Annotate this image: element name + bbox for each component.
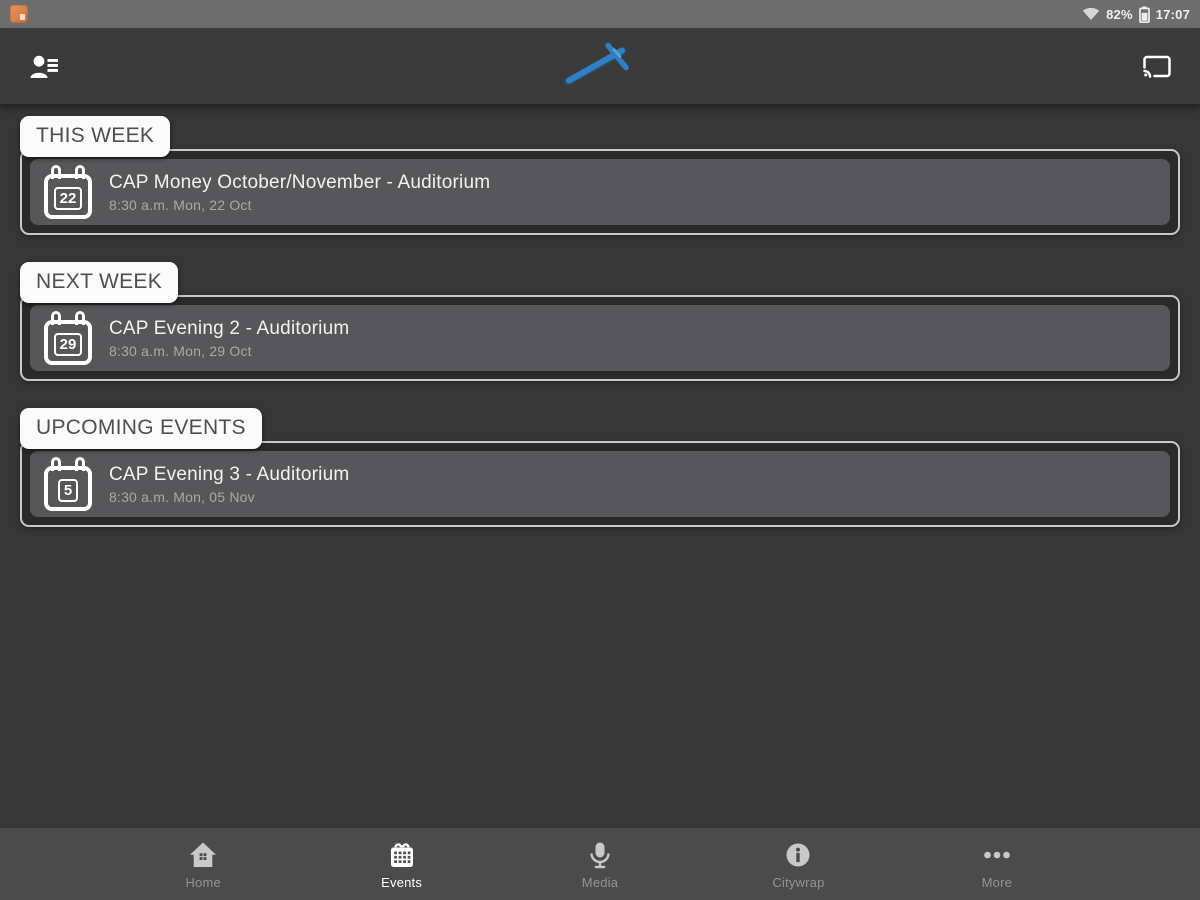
event-datetime: 8:30 a.m. Mon, 22 Oct <box>109 196 252 213</box>
event-card[interactable]: 5 CAP Evening 3 - Auditorium 8:30 a.m. M… <box>30 451 1170 517</box>
event-card[interactable]: 29 CAP Evening 2 - Auditorium 8:30 a.m. … <box>30 305 1170 371</box>
nav-label: Home <box>185 875 221 890</box>
app-logo-icon <box>558 40 642 93</box>
section-this-week: THIS WEEK 22 CAP Money October/November … <box>20 116 1180 235</box>
info-icon <box>783 840 813 870</box>
nav-label: Citywrap <box>772 875 825 890</box>
section-body: 5 CAP Evening 3 - Auditorium 8:30 a.m. M… <box>20 441 1180 527</box>
nav-label: Events <box>381 875 423 890</box>
event-datetime: 8:30 a.m. Mon, 29 Oct <box>109 342 252 359</box>
section-upcoming-events: UPCOMING EVENTS 5 CAP Evening 3 - Audito… <box>20 408 1180 527</box>
event-day: 22 <box>53 186 83 210</box>
calendar-date-icon: 29 <box>44 311 92 365</box>
nav-label: Media <box>581 875 619 890</box>
clock-text: 17:07 <box>1155 6 1190 22</box>
nav-item-citywrap[interactable]: Citywrap <box>699 828 897 900</box>
notification-app-icon <box>10 5 28 23</box>
section-label: NEXT WEEK <box>20 262 179 303</box>
app-screen: 82% 17:07 THIS WEEK 22 CAP Money October… <box>0 0 1200 900</box>
contacts-icon[interactable] <box>28 53 60 80</box>
event-datetime: 8:30 a.m. Mon, 05 Nov <box>109 488 255 505</box>
nav-item-media[interactable]: Media <box>501 828 699 900</box>
section-next-week: NEXT WEEK 29 CAP Evening 2 - Auditorium … <box>20 262 1180 381</box>
event-day: 5 <box>57 478 79 502</box>
bottom-nav: Home Events Media Citywrap More <box>0 828 1200 900</box>
calendar-date-icon: 22 <box>44 165 92 219</box>
event-title: CAP Money October/November - Auditorium <box>109 171 491 193</box>
section-body: 22 CAP Money October/November - Auditori… <box>20 149 1180 235</box>
calendar-date-icon: 5 <box>44 457 92 511</box>
nav-label: More <box>981 875 1013 890</box>
status-bar: 82% 17:07 <box>0 0 1200 28</box>
section-body: 29 CAP Evening 2 - Auditorium 8:30 a.m. … <box>20 295 1180 381</box>
home-icon <box>188 840 218 870</box>
app-header <box>0 28 1200 106</box>
nav-item-more[interactable]: More <box>898 828 1096 900</box>
section-label: THIS WEEK <box>20 116 171 157</box>
nav-item-events[interactable]: Events <box>302 828 500 900</box>
event-title: CAP Evening 2 - Auditorium <box>109 317 350 339</box>
nav-item-home[interactable]: Home <box>104 828 302 900</box>
calendar-icon <box>387 840 417 870</box>
wifi-icon <box>1082 7 1100 21</box>
microphone-icon <box>585 840 615 870</box>
battery-icon <box>1138 6 1150 23</box>
section-label: UPCOMING EVENTS <box>20 408 262 449</box>
more-dots-icon <box>982 840 1012 870</box>
cast-icon[interactable] <box>1142 54 1172 79</box>
battery-percent-text: 82% <box>1106 6 1133 22</box>
events-list: THIS WEEK 22 CAP Money October/November … <box>0 106 1200 828</box>
event-day: 29 <box>53 332 83 356</box>
event-card[interactable]: 22 CAP Money October/November - Auditori… <box>30 159 1170 225</box>
event-title: CAP Evening 3 - Auditorium <box>109 463 350 485</box>
